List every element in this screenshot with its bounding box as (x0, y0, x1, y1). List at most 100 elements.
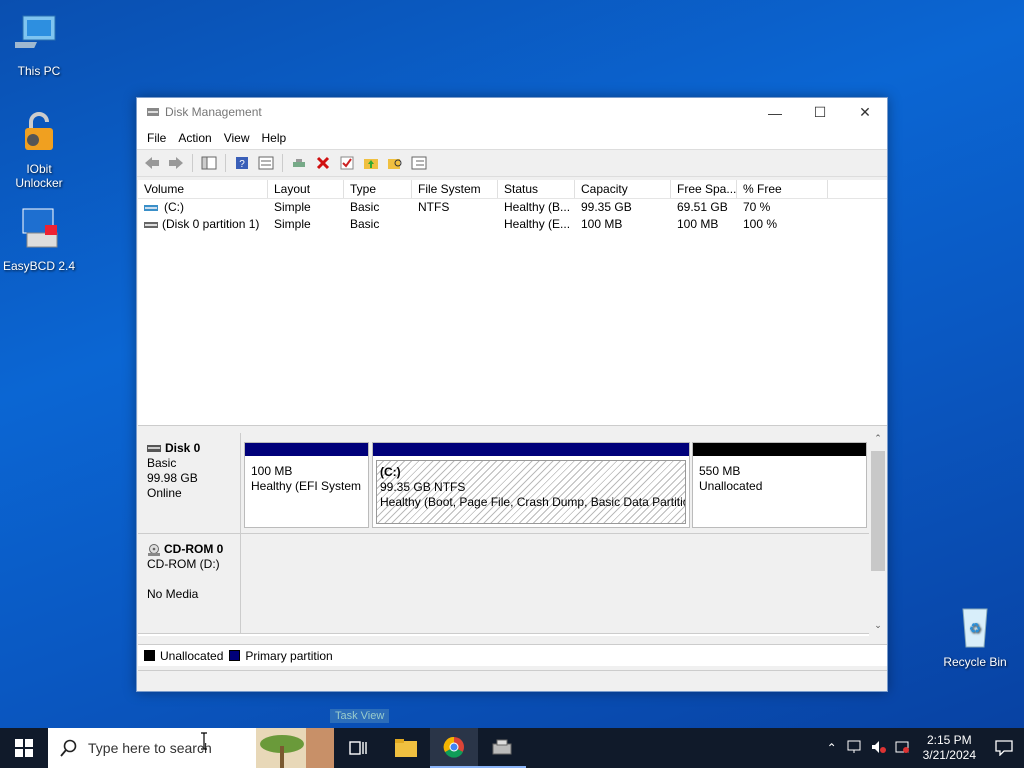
desktop-icon-easybcd[interactable]: EasyBCD 2.4 (1, 207, 77, 273)
list-header: Volume Layout Type File System Status Ca… (138, 180, 887, 199)
partition-status: Healthy (Boot, Page File, Crash Dump, Ba… (380, 495, 686, 509)
disk-management-icon (492, 739, 512, 755)
windows-logo-icon (15, 739, 33, 757)
scroll-down-icon[interactable]: ⌄ (869, 620, 887, 636)
maximize-button[interactable]: ☐ (797, 98, 843, 127)
disk-0-row: Disk 0 Basic 99.98 GB Online 100 MB Heal… (138, 433, 869, 534)
partition-size: 100 MB (251, 464, 293, 478)
forward-button[interactable] (165, 152, 187, 174)
system-tray: ⌃ 2:15 PM 3/21/2024 (821, 728, 1024, 768)
column-header-status[interactable]: Status (498, 180, 575, 198)
cell-layout: Simple (274, 217, 311, 231)
unlocker-icon (15, 110, 63, 158)
properties-icon (258, 156, 274, 170)
partition-title: (C:) (380, 465, 401, 479)
volume-muted-icon[interactable] (867, 740, 891, 757)
minimize-button[interactable]: — (752, 98, 798, 127)
column-header-type[interactable]: Type (344, 180, 412, 198)
table-row[interactable]: (C:) Simple Basic NTFS Healthy (B... 99.… (138, 199, 887, 216)
disk-size: 99.98 GB (147, 471, 198, 485)
partition-bar (245, 443, 368, 456)
back-button[interactable] (141, 152, 163, 174)
legend-swatch (144, 650, 155, 661)
cell-type: Basic (350, 200, 380, 214)
security-alert-icon[interactable] (891, 740, 915, 757)
desktop-icon-iobit-unlocker[interactable]: IObit Unlocker (1, 110, 77, 190)
properties-button[interactable] (255, 152, 277, 174)
svg-text:?: ? (239, 159, 245, 170)
cell-volume-text: (Disk 0 partition 1) (162, 217, 260, 231)
help-icon: ? (236, 157, 248, 170)
close-button[interactable]: ✕ (842, 98, 888, 127)
desktop-icon-this-pc[interactable]: This PC (1, 12, 77, 78)
search-folder-button[interactable] (384, 152, 406, 174)
disk-0-label[interactable]: Disk 0 Basic 99.98 GB Online (138, 433, 241, 533)
menu-help[interactable]: Help (256, 131, 293, 145)
checkmark-button[interactable] (336, 152, 358, 174)
easybcd-icon (15, 207, 63, 255)
disk-icon (147, 445, 161, 452)
partition-efi[interactable]: 100 MB Healthy (EFI System P (244, 442, 369, 528)
partition-status: Unallocated (699, 479, 763, 493)
clock[interactable]: 2:15 PM 3/21/2024 (923, 733, 976, 763)
clock-date: 3/21/2024 (922, 748, 976, 762)
list-view-button[interactable] (408, 152, 430, 174)
title-bar[interactable]: Disk Management — ☐ ✕ (137, 98, 887, 127)
start-button[interactable] (0, 728, 48, 768)
scroll-up-icon[interactable]: ⌃ (869, 433, 887, 449)
list-view-icon (411, 156, 427, 170)
vertical-scrollbar[interactable]: ⌃ ⌄ (869, 433, 887, 636)
cell-volume: (Disk 0 partition 1) (138, 216, 268, 233)
action-center-button[interactable] (984, 728, 1024, 768)
cdrom-icon (148, 543, 160, 556)
search-highlight-image-icon (256, 728, 334, 768)
partition-info: (C:) 99.35 GB NTFS Healthy (Boot, Page F… (376, 460, 686, 524)
show-hide-console-tree-button[interactable] (198, 152, 220, 174)
volume-icon (144, 221, 158, 228)
menu-bar: File Action View Help (137, 127, 887, 149)
column-header-volume[interactable]: Volume (138, 180, 268, 198)
cell-file-system: NTFS (418, 200, 450, 214)
partition-c[interactable]: (C:) 99.35 GB NTFS Healthy (Boot, Page F… (372, 442, 690, 528)
cell-percent-free: 70 % (743, 200, 771, 214)
column-header-capacity[interactable]: Capacity (575, 180, 671, 198)
cdrom-0-label[interactable]: CD-ROM 0 CD-ROM (D:) No Media (138, 534, 241, 633)
network-icon[interactable] (843, 740, 867, 757)
legend-primary-partition: Primary partition (229, 649, 333, 663)
delete-button[interactable] (312, 152, 334, 174)
task-view-tooltip: Task View (330, 709, 390, 723)
menu-action[interactable]: Action (172, 131, 217, 145)
cell-free-space: 69.51 GB (677, 200, 728, 214)
disk-graphical-view: Disk 0 Basic 99.98 GB Online 100 MB Heal… (138, 433, 887, 636)
chrome-button[interactable] (430, 728, 478, 768)
column-header-percent-free[interactable]: % Free (737, 180, 828, 198)
task-view-icon (349, 741, 367, 755)
menu-file[interactable]: File (141, 131, 172, 145)
menu-view[interactable]: View (218, 131, 256, 145)
cell-status: Healthy (B... (504, 200, 571, 214)
help-button[interactable]: ? (231, 152, 253, 174)
disk-management-taskbar-button[interactable] (478, 728, 526, 768)
taskbar-search-box[interactable]: Type here to search (48, 728, 334, 768)
search-folder-icon (388, 159, 402, 169)
desktop-icon-recycle-bin[interactable]: ♻ Recycle Bin (937, 603, 1013, 669)
delete-icon (316, 156, 330, 170)
notification-icon (995, 740, 1013, 756)
legend-label: Unallocated (160, 648, 224, 663)
disk-type: Basic (147, 456, 177, 470)
column-header-file-system[interactable]: File System (412, 180, 498, 198)
partition-bar (693, 443, 866, 456)
task-view-button[interactable] (334, 728, 382, 768)
legend-unallocated: Unallocated (144, 649, 223, 663)
show-hidden-icons-button[interactable]: ⌃ (821, 741, 843, 755)
column-header-free-space[interactable]: Free Spa... (671, 180, 737, 198)
disk-management-window: Disk Management — ☐ ✕ File Action View H… (136, 97, 888, 692)
table-row[interactable]: (Disk 0 partition 1) Simple Basic Health… (138, 216, 887, 233)
folder-up-button[interactable] (360, 152, 382, 174)
cell-percent-free: 100 % (743, 217, 778, 231)
scroll-thumb[interactable] (871, 451, 885, 571)
connect-button[interactable] (288, 152, 310, 174)
file-explorer-button[interactable] (382, 728, 430, 768)
column-header-layout[interactable]: Layout (268, 180, 344, 198)
partition-unallocated[interactable]: 550 MB Unallocated (692, 442, 867, 528)
